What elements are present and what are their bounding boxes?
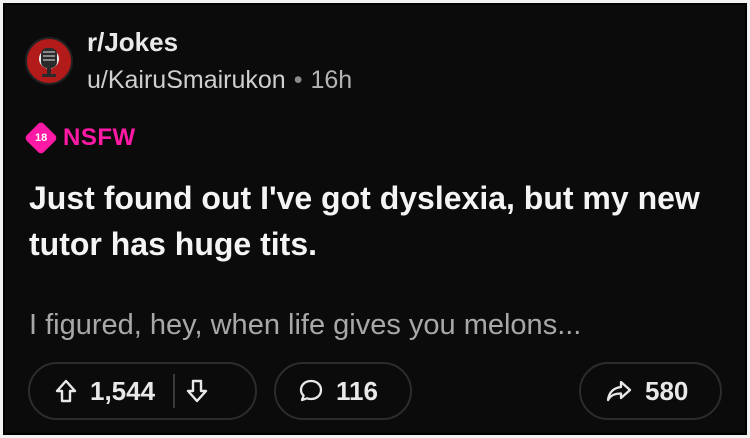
- share-count: 580: [645, 375, 689, 406]
- post-header: r/Jokes u/KairuSmairukon • 16h: [25, 27, 352, 97]
- upvote-count: 1,544: [90, 375, 156, 406]
- author-name[interactable]: u/KairuSmairukon: [87, 63, 286, 97]
- nsfw-18-icon: 18: [24, 121, 58, 155]
- arrow-down-icon[interactable]: [185, 378, 209, 404]
- subreddit-avatar[interactable]: [25, 37, 73, 85]
- share-button[interactable]: 580: [579, 362, 722, 420]
- microphone-icon: [41, 48, 57, 77]
- speech-bubble-icon: [298, 378, 324, 404]
- post-meta: r/Jokes u/KairuSmairukon • 16h: [87, 27, 352, 97]
- comment-count: 116: [336, 375, 378, 406]
- subreddit-name[interactable]: r/Jokes: [87, 27, 352, 57]
- nsfw-label: NSFW: [63, 124, 136, 151]
- meta-separator: •: [293, 66, 303, 94]
- share-arrow-icon: [605, 378, 633, 404]
- post-title[interactable]: Just found out I've got dyslexia, but my…: [29, 175, 729, 267]
- post-card: r/Jokes u/KairuSmairukon • 16h 18 NSFW J…: [0, 0, 750, 438]
- comments-button[interactable]: 116: [274, 362, 412, 420]
- post-age: 16h: [310, 66, 353, 94]
- post-body[interactable]: I figured, hey, when life gives you melo…: [29, 305, 729, 345]
- vote-control: 1,544: [28, 362, 257, 420]
- nsfw-badge-text: 18: [34, 132, 48, 144]
- arrow-up-icon[interactable]: [54, 378, 78, 404]
- author-line: u/KairuSmairukon • 16h: [87, 63, 352, 97]
- nsfw-tag: 18 NSFW: [24, 121, 136, 155]
- vote-divider: [173, 374, 176, 408]
